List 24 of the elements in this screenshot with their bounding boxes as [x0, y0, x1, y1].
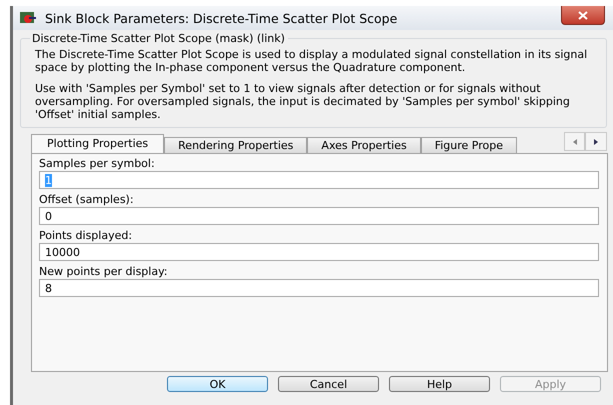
tab[interactable]: Axes Properties — [307, 137, 421, 153]
tab-scroll-right-button[interactable] — [585, 132, 607, 151]
close-icon — [578, 10, 588, 20]
description-text: Use with 'Samples per Symbol' set to 1 to view signals after detection or for signals without oversampling. For oversampled signals, the input is decimated by 'Samples per symbol' skipping 'Offset' initial samples. — [35, 82, 571, 121]
left-arrow-icon — [572, 138, 577, 144]
dialog-button[interactable]: Help — [389, 376, 490, 392]
tab[interactable]: Plotting Properties — [31, 134, 164, 153]
dialog-button[interactable]: Cancel — [278, 376, 379, 392]
description-text: The Discrete-Time Scatter Plot Scope is used to display a modulated signal constellation in its signal space by plotting the In-phase component versus the Quadrature component. — [35, 48, 588, 74]
dialog-button[interactable]: OK — [167, 376, 268, 392]
input-field[interactable]: 8 — [39, 279, 599, 297]
window-title: Sink Block Parameters: Discrete-Time Scatter Plot Scope — [45, 10, 398, 26]
input-field[interactable]: 0 — [39, 207, 599, 225]
tab[interactable]: Rendering Properties — [164, 137, 308, 153]
field-label: New points per display: — [39, 265, 169, 279]
field-label: Offset (samples): — [39, 193, 135, 207]
field-label: Points displayed: — [39, 229, 134, 243]
block-icon — [19, 11, 37, 25]
group-heading: Discrete-Time Scatter Plot Scope (mask) (link) — [30, 32, 288, 45]
right-arrow-icon — [594, 138, 598, 144]
close-button[interactable] — [561, 6, 605, 25]
field-label: Samples per symbol: — [39, 157, 156, 171]
tab[interactable]: Figure Prope — [420, 137, 518, 153]
input-field[interactable]: 10000 — [39, 243, 599, 261]
